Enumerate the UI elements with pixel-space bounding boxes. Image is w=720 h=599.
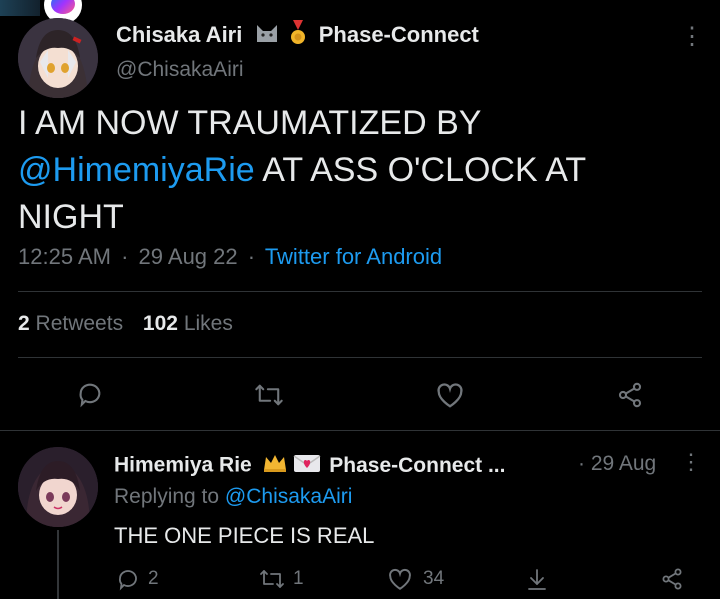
retweets-count: 2: [18, 312, 30, 335]
reply-count: 2: [148, 568, 159, 589]
replying-prefix: Replying to: [114, 485, 220, 508]
tweet-text-line-2: @HimemiyaRie AT ASS O'CLOCK AT: [18, 147, 708, 194]
wolf-emoji-icon: [254, 22, 280, 50]
share-icon[interactable]: [660, 567, 684, 591]
like-icon[interactable]: [435, 381, 465, 409]
replying-to: Replying to @ChisakaAiri: [114, 485, 352, 509]
reply-icon[interactable]: [76, 380, 104, 408]
separator: ·: [121, 244, 129, 269]
more-options-icon[interactable]: ⋮: [680, 22, 704, 51]
tweet-time[interactable]: 12:25 AM: [18, 244, 111, 269]
tweet-text-line-3: NIGHT: [18, 198, 124, 236]
love-letter-emoji-icon: [293, 452, 321, 480]
retweet-count: 1: [293, 568, 304, 589]
retweets-label: Retweets: [35, 312, 124, 335]
replying-handle-link[interactable]: @ChisakaAiri: [225, 485, 353, 508]
tweet-metadata: 12:25 AM · 29 Aug 22 · Twitter for Andro…: [18, 244, 442, 270]
avatar-himemiya-rie[interactable]: [18, 447, 98, 527]
retweet-icon[interactable]: [254, 381, 284, 409]
reply-icon: [116, 567, 140, 591]
divider: [18, 357, 702, 358]
likes-label: Likes: [183, 312, 233, 335]
tweet-date[interactable]: 29 Aug 22: [139, 244, 238, 269]
avatar-chisaka-airi[interactable]: [18, 18, 98, 98]
like-count: 34: [423, 568, 445, 589]
likes-count: 102: [142, 312, 178, 335]
separator: ·: [247, 244, 256, 269]
mention-link[interactable]: @HimemiyaRie: [18, 151, 255, 189]
divider: [18, 291, 702, 292]
tweet-text-line-1: I AM NOW TRAUMATIZED BY: [18, 104, 482, 142]
retweet-icon: [259, 567, 285, 591]
reply-text: THE ONE PIECE IS REAL: [114, 523, 375, 548]
reply-like-action[interactable]: 34: [387, 567, 444, 591]
reply-affiliation: Phase-Connect ...: [329, 453, 506, 477]
thread-line: [57, 530, 59, 599]
engagement-stats: 2 Retweets 102 Likes: [18, 312, 233, 336]
crown-emoji-icon: [262, 452, 288, 480]
medal-emoji-icon: [287, 20, 309, 52]
tweet-text: I AM NOW TRAUMATIZED BY @HimemiyaRie AT …: [18, 100, 708, 241]
display-name[interactable]: Chisaka Airi: [116, 22, 242, 47]
section-divider: [0, 430, 720, 431]
affiliation: Phase-Connect: [318, 21, 479, 47]
likes-stat[interactable]: 102 Likes: [143, 312, 233, 335]
messenger-icon: [51, 0, 75, 14]
reply-retweet-action[interactable]: 1: [259, 567, 304, 591]
retweets-stat[interactable]: 2 Retweets: [18, 312, 129, 335]
tweet-text-continuation: AT ASS O'CLOCK AT: [254, 151, 587, 189]
corner-decoration: [0, 0, 40, 16]
download-icon[interactable]: [525, 567, 549, 593]
share-icon[interactable]: [615, 381, 645, 409]
client-link[interactable]: Twitter for Android: [265, 244, 442, 269]
reply-date[interactable]: · 29 Aug: [578, 452, 656, 476]
like-icon: [387, 567, 413, 591]
reply-more-options-icon[interactable]: ⋮: [680, 449, 702, 475]
reply-reply-action[interactable]: 2: [116, 567, 159, 591]
reply-display-name[interactable]: Himemiya Rie: [114, 454, 252, 477]
handle[interactable]: @ChisakaAiri: [116, 58, 244, 82]
